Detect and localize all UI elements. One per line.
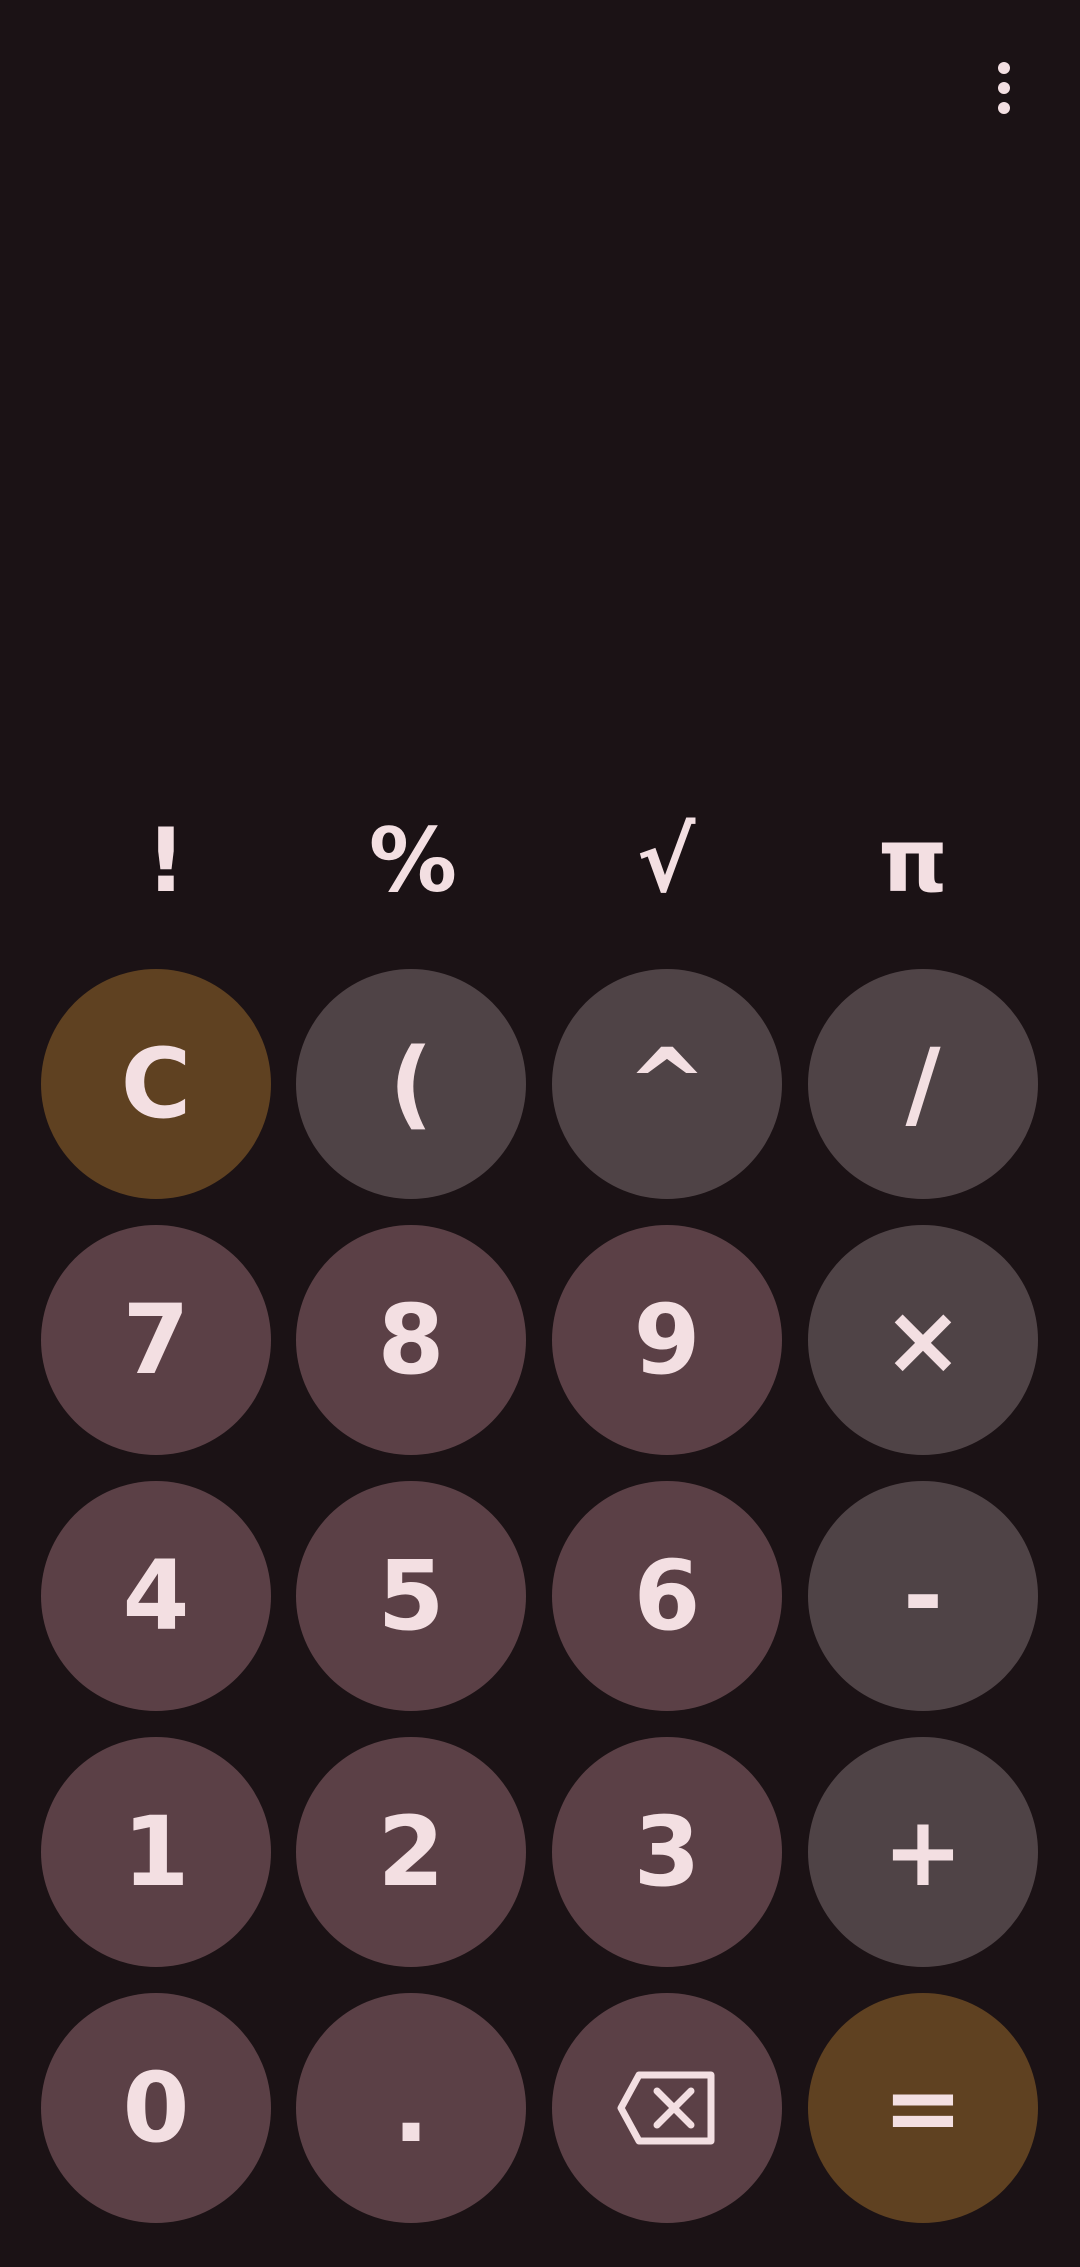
percent-button[interactable]: % — [333, 800, 493, 920]
divide-button[interactable]: / — [808, 969, 1038, 1199]
backspace-icon — [617, 2071, 715, 2145]
digit-4-button[interactable]: 4 — [41, 1481, 271, 1711]
calculator-display — [0, 140, 1080, 780]
scientific-row: ! % √ π — [0, 800, 1080, 920]
digit-6-button[interactable]: 6 — [552, 1481, 782, 1711]
digit-5-button[interactable]: 5 — [296, 1481, 526, 1711]
add-button[interactable]: + — [808, 1737, 1038, 1967]
digit-2-button[interactable]: 2 — [296, 1737, 526, 1967]
backspace-button[interactable] — [552, 1993, 782, 2223]
digit-0-button[interactable]: 0 — [41, 1993, 271, 2223]
digit-1-button[interactable]: 1 — [41, 1737, 271, 1967]
decimal-point-button[interactable]: . — [296, 1993, 526, 2223]
digit-8-button[interactable]: 8 — [296, 1225, 526, 1455]
pi-button[interactable]: π — [833, 800, 993, 920]
power-button[interactable]: ^ — [552, 969, 782, 1199]
digit-7-button[interactable]: 7 — [41, 1225, 271, 1455]
equals-button[interactable]: = — [808, 1993, 1038, 2223]
more-options-button[interactable] — [972, 56, 1036, 120]
clear-button[interactable]: C — [41, 969, 271, 1199]
digit-9-button[interactable]: 9 — [552, 1225, 782, 1455]
factorial-button[interactable]: ! — [86, 800, 246, 920]
more-vert-icon — [998, 62, 1010, 114]
digit-3-button[interactable]: 3 — [552, 1737, 782, 1967]
parenthesis-button[interactable]: ( — [296, 969, 526, 1199]
multiply-button[interactable]: × — [808, 1225, 1038, 1455]
square-root-button[interactable]: √ — [586, 800, 746, 920]
subtract-button[interactable]: - — [808, 1481, 1038, 1711]
